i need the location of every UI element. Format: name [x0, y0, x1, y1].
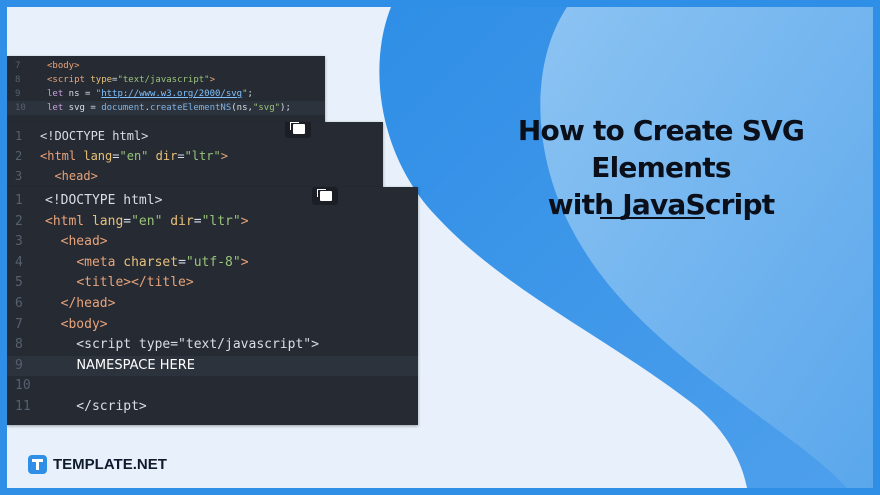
code-text: let svg = document.createElementNS(ns,"s…	[47, 103, 291, 113]
code-text: <script type="text/javascript">	[45, 337, 319, 353]
line-number: 2	[15, 149, 23, 163]
line-number: 6	[15, 296, 23, 311]
copy-icon[interactable]	[285, 122, 311, 138]
code-line: 10	[7, 376, 418, 397]
line-number: 3	[15, 234, 23, 250]
line-number: 10	[15, 103, 26, 113]
code-line: 9 NAMESPACE HERE	[7, 355, 418, 377]
copy-icon[interactable]	[312, 187, 338, 205]
code-text: <meta charset="utf-8">	[76, 254, 249, 270]
line-number: 7	[15, 61, 21, 71]
code-line: 7 <body>	[7, 59, 325, 73]
line-number: 1	[15, 193, 23, 208]
code-line: 4 <meta charset="utf-8">	[7, 253, 418, 274]
code-line: 11 </script>	[7, 397, 418, 418]
line-number: 10	[15, 378, 31, 394]
line-number: 8	[15, 337, 23, 353]
code-panel-front: 1 <!DOCTYPE html> 2 <html lang="en" dir="lt…	[7, 187, 418, 425]
code-text: <!DOCTYPE html>	[40, 129, 149, 143]
code-line: 7 <body>	[7, 315, 418, 336]
code-text: <body>	[60, 316, 108, 332]
title-underline	[600, 217, 705, 219]
line-number: 7	[15, 316, 23, 332]
code-line: 8 <script type="text/javascript">	[7, 73, 325, 87]
line-number: 11	[15, 399, 31, 414]
code-text: <title></title>	[76, 275, 194, 291]
template-logo-icon	[28, 455, 47, 474]
code-text: <script type="text/javascript">	[47, 75, 216, 85]
code-text: </script>	[45, 399, 147, 414]
code-text: <head>	[54, 169, 98, 183]
line-number: 2	[15, 213, 23, 229]
line-number: 9	[15, 357, 23, 373]
code-panel-middle: 1 <!DOCTYPE html> 2 <html lang="en" dir="lt…	[7, 122, 383, 197]
code-line: 8 <script type="text/javascript">	[7, 335, 418, 356]
code-line: 9 let ns = "http://www.w3.org/2000/svg";	[7, 87, 325, 101]
code-line: 3 <head>	[7, 232, 418, 253]
page-title: How to Create SVG Elements with JavaScri…	[445, 112, 873, 223]
title-line-1: How to Create SVG Elements	[517, 114, 805, 184]
code-text: <html lang="en" dir="ltr">	[40, 149, 228, 163]
line-number: 4	[15, 254, 23, 270]
code-line: 3 <head>	[7, 166, 383, 186]
line-number: 3	[15, 169, 23, 183]
code-text: </head>	[60, 296, 116, 311]
brand-logo[interactable]: TEMPLATE.NET	[28, 455, 167, 474]
code-line: 1 <!DOCTYPE html>	[7, 191, 418, 212]
code-line: 6 </head>	[7, 294, 418, 315]
thumbnail-canvas: 7 <body> 8 <script type="text/javascript"> 9…	[7, 7, 873, 488]
code-panel-back: 7 <body> 8 <script type="text/javascript"> 9…	[7, 56, 325, 128]
code-line: 2 <html lang="en" dir="ltr">	[7, 146, 383, 166]
line-number: 8	[15, 75, 21, 85]
code-line: 2 <html lang="en" dir="ltr">	[7, 212, 418, 233]
brand-name: TEMPLATE.NET	[53, 456, 167, 473]
line-number: 1	[15, 129, 23, 143]
line-number: 5	[15, 275, 23, 291]
code-text: NAMESPACE HERE	[76, 357, 195, 373]
code-text: <!DOCTYPE html>	[45, 193, 163, 208]
line-number: 9	[15, 89, 21, 99]
code-line: 1 <!DOCTYPE html>	[7, 126, 383, 146]
code-text: <head>	[60, 234, 108, 250]
code-text: let ns = "http://www.w3.org/2000/svg";	[47, 89, 253, 99]
code-line: 5 <title></title>	[7, 273, 418, 294]
code-text: <body>	[47, 61, 80, 71]
code-line: 10 let svg = document.createElementNS(ns,…	[7, 101, 325, 115]
code-text: <html lang="en" dir="ltr">	[45, 213, 249, 229]
